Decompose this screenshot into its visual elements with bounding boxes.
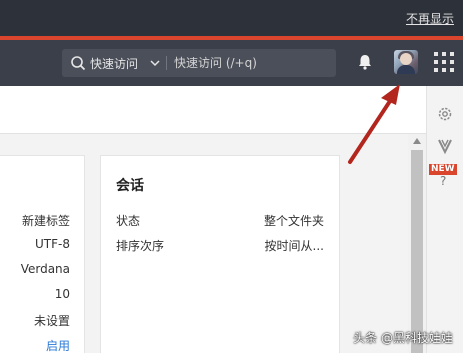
session-row-label: 排序次序: [116, 239, 165, 253]
session-row-value[interactable]: 按时间从...: [265, 237, 324, 254]
session-row-value[interactable]: 整个文件夹: [264, 212, 324, 229]
help-icon[interactable]: ?: [440, 174, 446, 188]
setting-value: UTF-8: [35, 237, 70, 251]
search-scope-selector[interactable]: 快速访问: [90, 55, 138, 72]
vivaldi-v-icon[interactable]: [436, 137, 454, 155]
watermark: 头条 @黑科技娃娃: [353, 331, 453, 345]
search-icon: [71, 56, 86, 71]
right-rail: NEW ?: [426, 86, 463, 353]
top-navigation-bar: 快速访问: [0, 40, 463, 86]
setting-value: 10: [54, 287, 70, 301]
content-header: [0, 86, 426, 134]
quick-access-search[interactable]: 快速访问: [62, 49, 336, 77]
settings-card: 新建标签 UTF-8 Verdana 10 未设置 启用: [0, 155, 85, 353]
setting-value: 未设置: [33, 314, 70, 328]
enable-link[interactable]: 启用: [46, 337, 70, 353]
scroll-up-arrow-icon[interactable]: [413, 138, 421, 144]
session-card-title: 会话: [116, 178, 144, 194]
session-card: 会话 状态 整个文件夹 排序次序 按时间从...: [100, 155, 340, 353]
session-row-label: 状态: [116, 214, 141, 228]
dismiss-notice-link[interactable]: 不再显示: [406, 10, 454, 27]
user-avatar[interactable]: [394, 50, 418, 74]
gear-icon[interactable]: [436, 105, 454, 123]
apps-grid-icon[interactable]: [434, 52, 454, 72]
search-divider: [166, 56, 167, 70]
scroll-thumb[interactable]: [411, 150, 423, 353]
search-input[interactable]: [174, 53, 330, 73]
chevron-down-icon[interactable]: [149, 57, 161, 69]
notice-bar: 不再显示: [0, 0, 463, 36]
setting-value: Verdana: [20, 262, 70, 276]
vertical-scrollbar[interactable]: [408, 134, 426, 353]
notification-bell-icon[interactable]: [356, 53, 374, 71]
setting-value: 新建标签: [21, 214, 70, 228]
